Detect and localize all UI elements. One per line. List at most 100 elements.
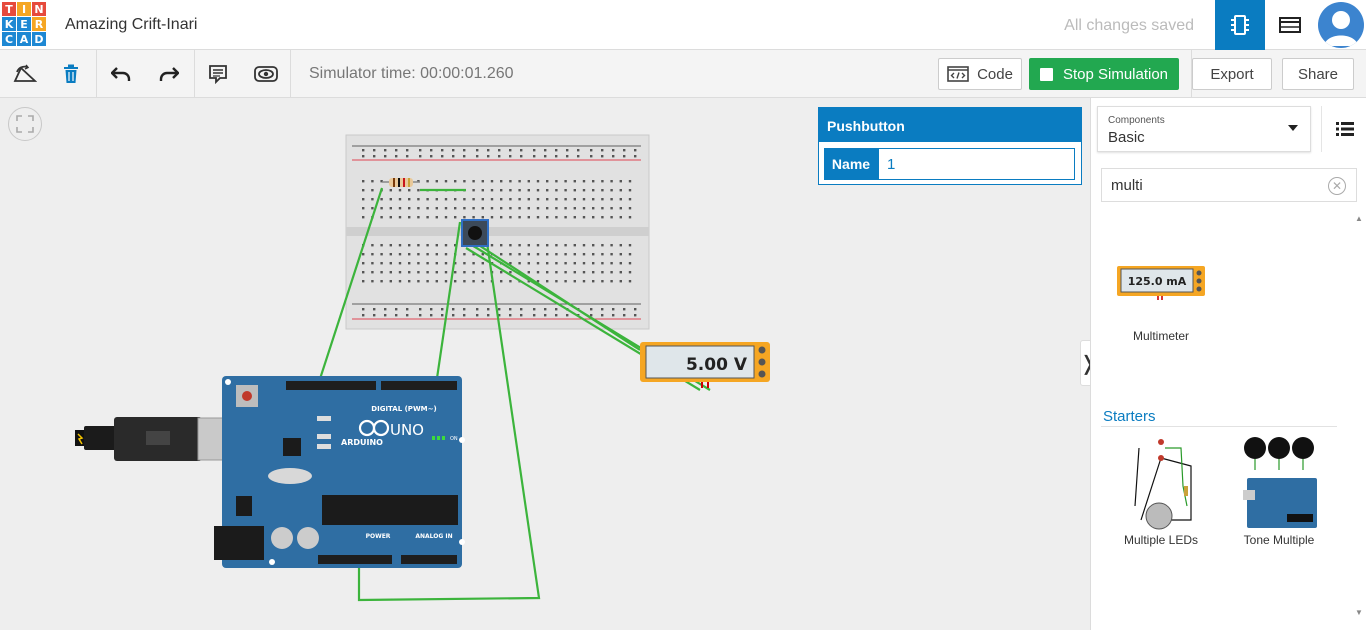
- breadboard-hole: [444, 280, 448, 283]
- breadboard-hole: [417, 216, 420, 219]
- breadboard-hole: [555, 189, 558, 192]
- breadboard-hole: [601, 262, 604, 265]
- breadboard-hole: [619, 262, 622, 265]
- breadboard-hole: [533, 149, 536, 152]
- components-dropdown[interactable]: Components Basic: [1097, 106, 1311, 152]
- analog-pins-label: ANALOG IN: [415, 533, 452, 540]
- pushbutton[interactable]: [461, 219, 489, 247]
- breadboard-hole: [371, 180, 374, 183]
- list-view-button[interactable]: [1321, 106, 1366, 152]
- notes-button[interactable]: [195, 50, 241, 98]
- breadboard-hole: [362, 308, 365, 311]
- breadboard-hole: [408, 244, 411, 247]
- breadboard-hole: [500, 216, 503, 219]
- breadboard-hole: [500, 207, 503, 210]
- breadboard-hole: [417, 189, 420, 192]
- breadboard-hole: [509, 271, 512, 274]
- logo-letter: E: [17, 17, 31, 31]
- component-multimeter[interactable]: 125.0 mA Multimeter: [1111, 264, 1211, 343]
- components-panel: Components Basic multi ✕ ▲ 125.0 mA Mult…: [1090, 98, 1366, 630]
- breadboard-hole: [435, 271, 438, 274]
- schematic-view-button[interactable]: [1265, 0, 1315, 50]
- breadboard-hole: [520, 314, 523, 317]
- breadboard-hole: [417, 271, 420, 274]
- tinkercad-logo[interactable]: T I N K E R C A D: [2, 2, 46, 48]
- breadboard-hole: [518, 216, 521, 219]
- breadboard-hole: [610, 280, 613, 283]
- breadboard-hole: [472, 189, 475, 192]
- breadboard-hole: [601, 253, 604, 256]
- breadboard-hole: [463, 155, 466, 158]
- redo-button[interactable]: [146, 50, 192, 98]
- breadboard-hole: [628, 244, 632, 247]
- breadboard-hole: [536, 244, 540, 247]
- breadboard-hole: [371, 244, 374, 247]
- power-on-label: ON: [450, 436, 458, 442]
- logo-letter: A: [17, 32, 31, 46]
- breadboard-hole: [509, 207, 512, 210]
- breadboard-hole: [592, 271, 595, 274]
- undo-button[interactable]: [98, 50, 144, 98]
- breadboard-hole: [373, 155, 376, 158]
- stop-simulation-button[interactable]: Stop Simulation: [1029, 58, 1179, 90]
- code-button[interactable]: Code: [938, 58, 1022, 90]
- search-value: multi: [1111, 176, 1143, 194]
- breadboard-hole: [444, 180, 448, 183]
- logo-letter: N: [32, 2, 46, 16]
- visibility-button[interactable]: [243, 50, 289, 98]
- name-input[interactable]: 1: [878, 148, 1075, 180]
- breadboard-hole: [623, 155, 626, 158]
- breadboard-hole: [463, 253, 466, 256]
- export-button[interactable]: Export: [1192, 58, 1272, 90]
- breadboard[interactable]: [345, 134, 650, 330]
- breadboard-hole: [498, 149, 501, 152]
- search-input[interactable]: multi ✕: [1101, 168, 1357, 202]
- breadboard-hole: [564, 189, 567, 192]
- breadboard-hole: [500, 271, 503, 274]
- multimeter-voltmeter[interactable]: 5.00 V: [640, 342, 770, 388]
- breadboard-hole: [601, 155, 604, 158]
- breadboard-hole: [395, 314, 398, 317]
- logo-letter: D: [32, 32, 46, 46]
- breadboard-hole: [546, 207, 549, 210]
- breadboard-hole: [555, 308, 558, 311]
- breadboard-hole: [582, 244, 586, 247]
- breadboard-hole: [426, 180, 429, 183]
- breadboard-hole: [380, 262, 383, 265]
- breadboard-hole: [373, 314, 376, 317]
- share-button[interactable]: Share: [1282, 58, 1354, 90]
- breadboard-hole: [380, 271, 383, 274]
- voltmeter-reading: 5.00 V: [686, 355, 748, 375]
- scroll-down-arrow[interactable]: ▼: [1355, 608, 1363, 617]
- avatar[interactable]: [1318, 2, 1364, 48]
- clear-search-icon[interactable]: ✕: [1328, 177, 1346, 195]
- breadboard-hole: [536, 216, 540, 219]
- scroll-up-arrow[interactable]: ▲: [1355, 214, 1363, 223]
- project-name[interactable]: Amazing Crift-Inari: [65, 16, 197, 34]
- breadboard-hole: [481, 271, 484, 274]
- breadboard-hole: [398, 216, 402, 219]
- breadboard-hole: [610, 189, 613, 192]
- starter-multiple-leds[interactable]: Multiple LEDs: [1121, 436, 1201, 547]
- delete-button[interactable]: [48, 50, 94, 98]
- rotate-button[interactable]: [2, 50, 48, 98]
- breadboard-hole: [490, 198, 494, 201]
- breadboard-hole: [371, 207, 374, 210]
- breadboard-hole: [509, 155, 512, 158]
- breadboard-hole: [628, 189, 632, 192]
- breadboard-hole: [398, 271, 402, 274]
- breadboard-hole: [435, 180, 438, 183]
- circuit-view-button[interactable]: [1215, 0, 1265, 50]
- breadboard-hole: [601, 198, 604, 201]
- breadboard-hole: [628, 216, 632, 219]
- arduino-uno[interactable]: ARDUINO UNO DIGITAL (PWM~) POWER ANALOG …: [214, 376, 465, 568]
- starter-tone-multiple[interactable]: Tone Multiple: [1237, 436, 1321, 547]
- breadboard-hole: [384, 149, 387, 152]
- breadboard-hole: [444, 207, 448, 210]
- breadboard-hole: [582, 180, 586, 183]
- breadboard-hole: [476, 149, 479, 152]
- breadboard-hole: [389, 207, 392, 210]
- breadboard-hole: [389, 253, 392, 256]
- breadboard-hole: [555, 314, 558, 317]
- starters-heading: Starters: [1103, 408, 1156, 425]
